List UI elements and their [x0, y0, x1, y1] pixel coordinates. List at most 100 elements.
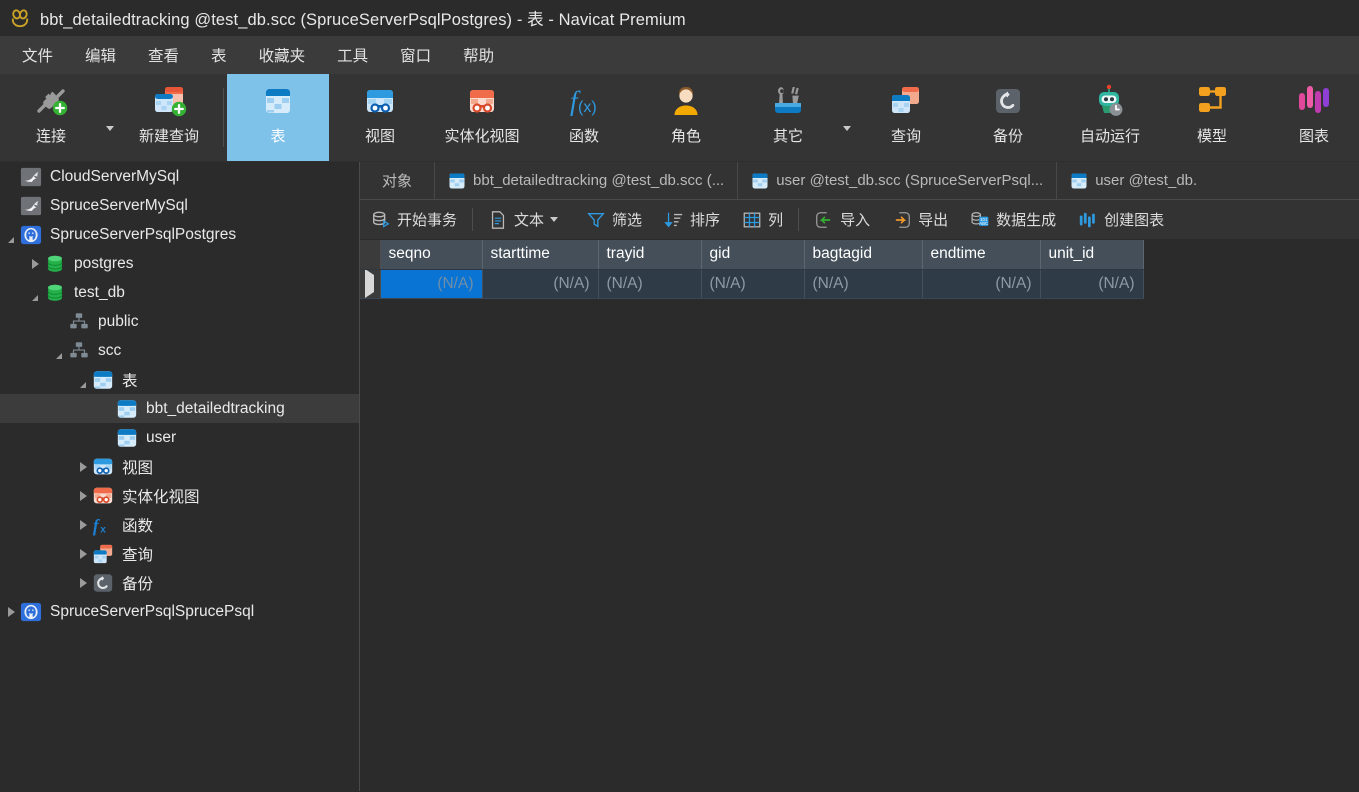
cell-starttime[interactable]: (N/A)	[482, 269, 599, 299]
tree-table-bbt-detailedtracking[interactable]: bbt_detailedtracking	[0, 394, 359, 423]
tree-group-queries[interactable]: 查询	[0, 539, 359, 568]
tree-schema-public[interactable]: public	[0, 307, 359, 336]
table-row[interactable]: (N/A) (N/A) (N/A) (N/A) (N/A) (N/A) (N/A)	[360, 269, 1144, 299]
tree-group-materialized-views[interactable]: 实体化视图	[0, 481, 359, 510]
tree-group-views[interactable]: 视图	[0, 452, 359, 481]
text-view-button[interactable]: 文本	[477, 200, 575, 239]
export-button[interactable]: 导出	[881, 200, 959, 239]
toolbar-function-label: 函数	[568, 128, 599, 145]
chevron-right-icon[interactable]	[74, 510, 92, 539]
toolbar-connection-dropdown[interactable]	[102, 74, 118, 161]
menu-table[interactable]: 表	[195, 38, 243, 72]
connection-tree-sidebar[interactable]: CloudServerMySql SpruceServerMySql SpruceS…	[0, 162, 360, 791]
toolbar-role[interactable]: 角色	[635, 74, 737, 161]
tree-database-postgres[interactable]: postgres	[0, 249, 359, 278]
menu-window[interactable]: 窗口	[384, 38, 447, 72]
column-header-unit_id[interactable]: unit_id	[1040, 240, 1144, 270]
column-header-starttime[interactable]: starttime	[482, 240, 599, 270]
chevron-right-icon[interactable]	[2, 597, 20, 626]
chevron-down-icon[interactable]	[50, 336, 68, 365]
begin-transaction-button[interactable]: 开始事务	[360, 200, 468, 239]
toolbar-others-dropdown[interactable]	[839, 74, 855, 161]
toolbar-others[interactable]: 其它	[737, 74, 839, 161]
chevron-down-icon[interactable]	[74, 365, 92, 394]
filter-button[interactable]: 筛选	[575, 200, 653, 239]
column-header-trayid[interactable]: trayid	[598, 240, 702, 270]
toolbar-table[interactable]: 表	[227, 74, 329, 161]
tree-group-tables[interactable]: 表	[0, 365, 359, 394]
cell-trayid[interactable]: (N/A)	[598, 269, 702, 299]
table-icon	[116, 427, 138, 449]
row-marker-cell[interactable]	[360, 269, 381, 299]
cell-endtime[interactable]: (N/A)	[922, 269, 1041, 299]
tree-schema-scc[interactable]: scc	[0, 336, 359, 365]
data-generation-label: 数据生成	[996, 212, 1057, 229]
cell-seqno[interactable]: (N/A)	[380, 269, 483, 299]
tab-bbt-detailedtracking[interactable]: bbt_detailedtracking @test_db.scc (...	[435, 162, 739, 199]
import-button[interactable]: 导入	[803, 200, 881, 239]
menu-help[interactable]: 帮助	[447, 38, 510, 72]
text-view-dropdown[interactable]	[550, 217, 564, 222]
columns-button[interactable]: 列	[731, 200, 794, 239]
menu-edit[interactable]: 编辑	[69, 38, 132, 72]
chevron-right-icon[interactable]	[74, 568, 92, 597]
toolbar-model[interactable]: 模型	[1161, 74, 1263, 161]
toolbar-backup[interactable]: 备份	[957, 74, 1059, 161]
data-grid[interactable]: seqno starttime trayid gid bagtagid endtime un…	[360, 240, 1359, 791]
tree-connection-spruceservermysql[interactable]: SpruceServerMySql	[0, 191, 359, 220]
menu-view[interactable]: 查看	[132, 38, 195, 72]
toolbar-view[interactable]: 视图	[329, 74, 431, 161]
tree-connection-spruceserverpsqlsprucepsql[interactable]: SpruceServerPsqlSprucePsql	[0, 597, 359, 626]
toolbar-materialized-view[interactable]: 实体化视图	[431, 74, 533, 161]
tab-user-2[interactable]: user @test_db.	[1057, 162, 1210, 199]
triangle-closed	[79, 577, 87, 588]
create-chart-button[interactable]: 创建图表	[1067, 200, 1175, 239]
main-toolbar: 连接 新建查询 表 视图 实体化视图 f (x) 函数 角色 其它 查询 备份 …	[0, 74, 1359, 162]
sort-button[interactable]: 排序	[653, 200, 731, 239]
cell-gid[interactable]: (N/A)	[701, 269, 805, 299]
triangle-open	[56, 347, 62, 359]
cell-unit_id[interactable]: (N/A)	[1040, 269, 1144, 299]
tab-objects[interactable]: 对象	[360, 162, 436, 199]
chevron-down-icon[interactable]	[2, 220, 20, 249]
tree-database-test-db[interactable]: test_db	[0, 278, 359, 307]
toolbar-new-query[interactable]: 新建查询	[118, 74, 220, 161]
menu-tools[interactable]: 工具	[321, 38, 384, 72]
cell-bagtagid[interactable]: (N/A)	[804, 269, 923, 299]
tree-item-label: 视图	[122, 459, 154, 477]
tree-item-label: SpruceServerMySql	[50, 196, 188, 214]
data-grid-header: seqno starttime trayid gid bagtagid endtime un…	[360, 240, 1144, 270]
chevron-right-icon[interactable]	[74, 452, 92, 481]
column-header-endtime[interactable]: endtime	[922, 240, 1041, 270]
user-role-icon	[665, 80, 707, 122]
tab-user-1[interactable]: user @test_db.scc (SpruceServerPsql...	[738, 162, 1058, 199]
toolbar-automation[interactable]: 自动运行	[1059, 74, 1161, 161]
toolbar-connection[interactable]: 连接	[0, 74, 102, 161]
menu-file[interactable]: 文件	[6, 38, 69, 72]
tree-table-user[interactable]: user	[0, 423, 359, 452]
menu-favorites[interactable]: 收藏夹	[243, 38, 322, 72]
tree-item-label: 表	[122, 372, 138, 390]
tree-item-label: test_db	[74, 283, 125, 301]
toolbar-separator	[223, 88, 224, 147]
chart-bars-icon	[1293, 80, 1335, 122]
chevron-right-icon[interactable]	[26, 249, 44, 278]
column-header-bagtagid[interactable]: bagtagid	[804, 240, 923, 270]
data-generation-button[interactable]: 101 ABC 数据生成	[959, 200, 1067, 239]
triangle-closed	[79, 548, 87, 559]
toolbar-query[interactable]: 查询	[855, 74, 957, 161]
chevron-right-icon[interactable]	[74, 481, 92, 510]
tree-group-functions[interactable]: f x 函数	[0, 510, 359, 539]
tree-connection-spruceserverpsqlpostgres[interactable]: SpruceServerPsqlPostgres	[0, 220, 359, 249]
svg-text:ABC: ABC	[979, 220, 988, 225]
tree-group-backups[interactable]: 备份	[0, 568, 359, 597]
tree-connection-cloudservermysql[interactable]: CloudServerMySql	[0, 162, 359, 191]
toolbar-function[interactable]: f (x) 函数	[533, 74, 635, 161]
column-header-gid[interactable]: gid	[701, 240, 805, 270]
new-query-plus-icon	[148, 80, 190, 122]
column-header-seqno[interactable]: seqno	[380, 240, 483, 270]
toolbar-charts[interactable]: 图表	[1263, 74, 1359, 161]
chevron-down-icon[interactable]	[26, 278, 44, 307]
chevron-right-icon[interactable]	[74, 539, 92, 568]
